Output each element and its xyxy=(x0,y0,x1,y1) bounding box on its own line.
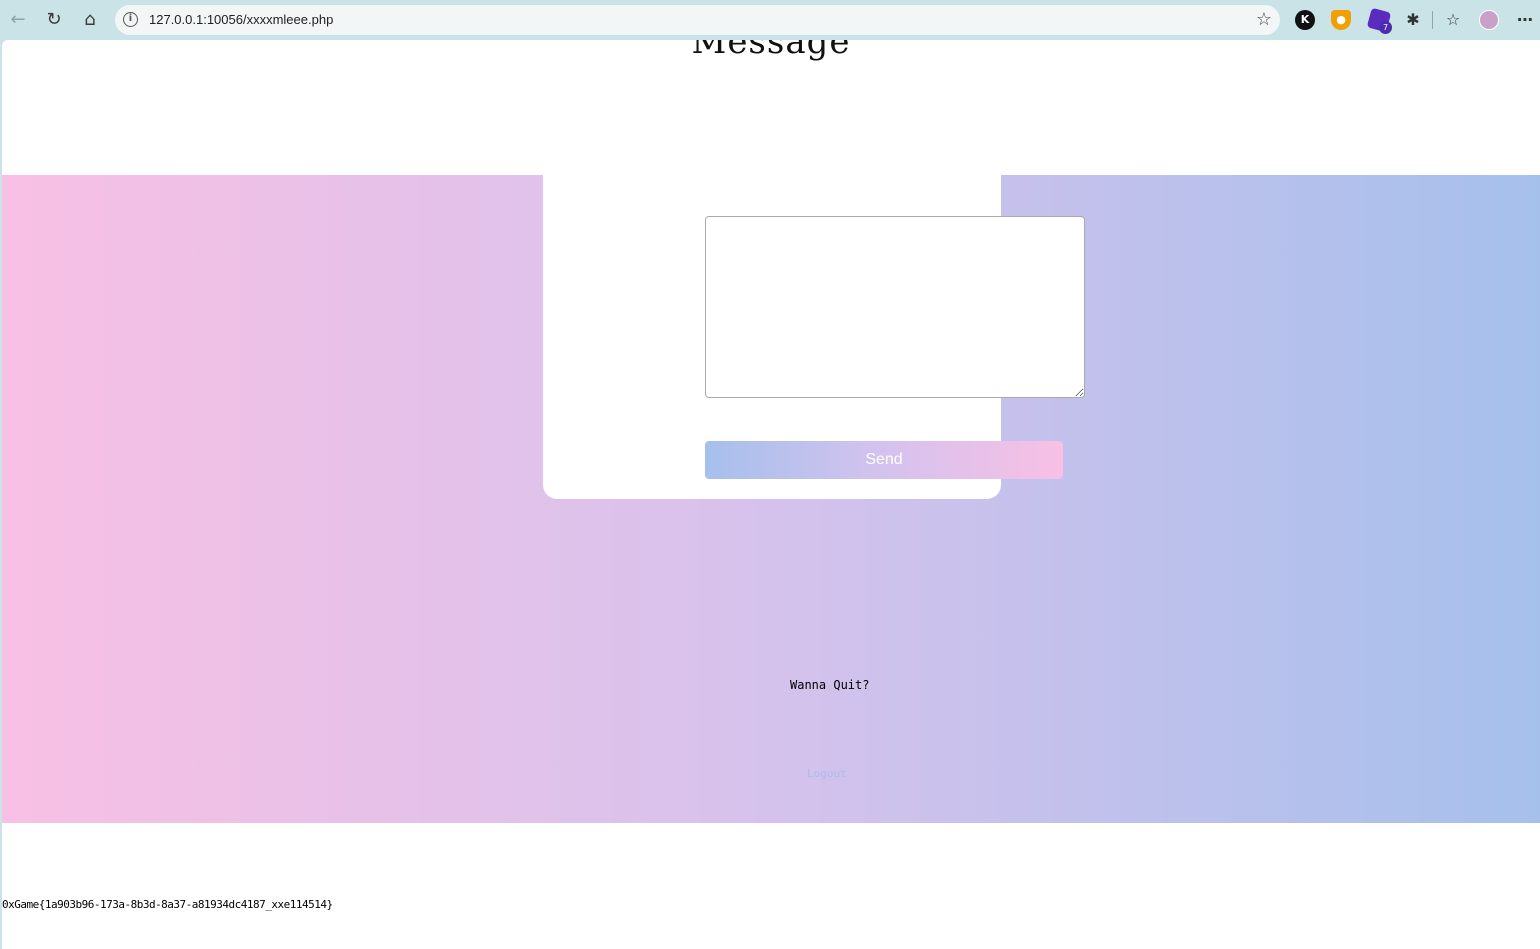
back-icon[interactable]: ← xyxy=(6,8,30,32)
flag-text: 0xGame{1a903b96-173a-8b3d-8a37-a81934dc4… xyxy=(2,898,333,911)
message-input[interactable] xyxy=(705,216,1085,398)
bookmark-star-icon[interactable]: ☆ xyxy=(1256,9,1272,30)
extension-badge: 7 xyxy=(1379,21,1392,34)
logout-link[interactable]: Logout xyxy=(807,767,847,780)
profile-avatar[interactable] xyxy=(1479,10,1499,30)
more-menu-icon[interactable]: ⋯ xyxy=(1515,10,1535,30)
page-title: Message xyxy=(691,40,851,62)
extension-shield-icon[interactable]: ● xyxy=(1331,10,1351,30)
address-bar[interactable]: i 127.0.0.1:10056/xxxxmleee.php ☆ xyxy=(115,5,1280,35)
quit-prompt: Wanna Quit? xyxy=(790,678,870,692)
browser-toolbar: ← ↻ ⌂ i 127.0.0.1:10056/xxxxmleee.php ☆ … xyxy=(0,0,1540,40)
site-info-icon[interactable]: i xyxy=(123,12,138,27)
page-viewport: Message Send Wanna Quit? Logout 0xGame{1… xyxy=(2,40,1540,949)
home-icon[interactable]: ⌂ xyxy=(78,8,102,32)
reload-icon[interactable]: ↻ xyxy=(42,8,66,32)
favorites-icon[interactable]: ☆ xyxy=(1443,10,1463,30)
extension-k-icon[interactable]: K xyxy=(1295,10,1315,30)
send-button[interactable]: Send xyxy=(705,441,1063,479)
extensions-puzzle-icon[interactable]: ✱ xyxy=(1403,10,1423,30)
toolbar-divider xyxy=(1432,11,1433,29)
address-url[interactable]: 127.0.0.1:10056/xxxxmleee.php xyxy=(149,12,333,27)
